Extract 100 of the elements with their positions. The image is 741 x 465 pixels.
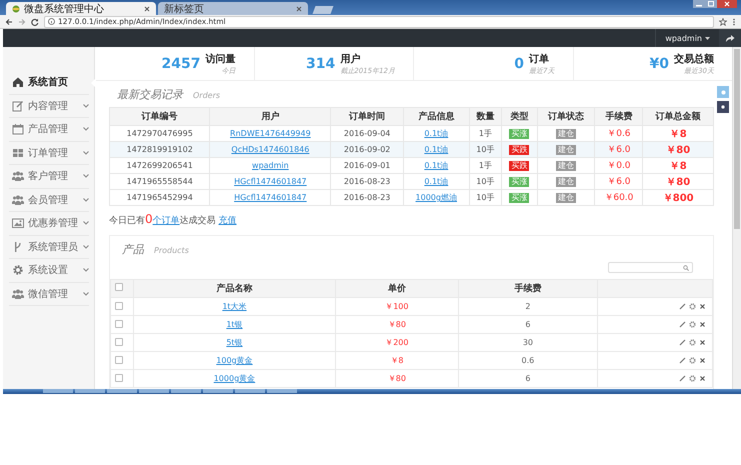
order-summary: 今日已有0个订单达成交易 充值	[109, 211, 238, 228]
type-tag: 买涨	[509, 192, 530, 202]
chevron-icon	[83, 292, 89, 296]
checkbox[interactable]	[115, 374, 123, 382]
table-cell: 1472819919102	[110, 142, 210, 158]
product-link[interactable]: 0.1t油	[424, 161, 448, 170]
stat-label: 交易总额	[674, 52, 714, 66]
sidebar-item[interactable]: 系统设置	[9, 259, 89, 282]
checkbox[interactable]	[115, 283, 123, 291]
user-link[interactable]: QcHDs1474601846	[231, 145, 310, 154]
table-cell: ￥200	[335, 334, 458, 352]
product-link[interactable]: 1000g黄金	[214, 374, 256, 383]
logout-button[interactable]	[719, 29, 741, 47]
toggle-button[interactable]	[717, 101, 729, 113]
delete-icon[interactable]	[699, 375, 706, 382]
checkbox[interactable]	[115, 320, 123, 328]
pencil-icon[interactable]	[679, 357, 686, 364]
product-link[interactable]: 0.1t油	[424, 129, 448, 138]
table-cell: ￥80	[642, 142, 714, 158]
user-link[interactable]: wpadmin	[252, 161, 289, 170]
user-link[interactable]: RnDWE1476449949	[230, 129, 311, 138]
product-link[interactable]: 100g黄金	[216, 356, 253, 365]
caret-icon	[705, 36, 710, 40]
stat-label: 订单	[529, 52, 550, 66]
sidebar-item[interactable]: 订单管理	[9, 142, 89, 165]
users-icon	[12, 288, 24, 300]
pencil-icon[interactable]	[679, 375, 686, 382]
delete-icon[interactable]	[699, 321, 706, 328]
status-tag: 建仓	[556, 160, 576, 170]
sidebar-item[interactable]: 系统管理员	[9, 236, 89, 259]
checkbox[interactable]	[115, 338, 123, 346]
chevron-icon	[83, 104, 89, 108]
search-field[interactable]	[608, 262, 693, 273]
back-icon[interactable]	[5, 18, 13, 26]
close-icon[interactable]	[296, 6, 302, 12]
product-link[interactable]: 1t大米	[222, 302, 247, 311]
sidebar-item[interactable]: 优惠券管理	[9, 212, 89, 236]
checkbox[interactable]	[115, 356, 123, 364]
chevron-icon	[83, 174, 89, 178]
minimize-icon[interactable]	[693, 0, 705, 8]
users-icon	[12, 194, 24, 206]
column-header: 订单总金额	[642, 108, 714, 126]
delete-icon[interactable]	[699, 339, 706, 346]
table-cell: 2	[458, 298, 598, 316]
column-header: 手续费	[594, 108, 643, 126]
sidebar-item[interactable]: 微信管理	[9, 282, 89, 306]
table-cell: ￥6.0	[594, 174, 643, 190]
close-icon[interactable]	[717, 0, 737, 8]
column-header: 订单编号	[110, 108, 210, 126]
product-link[interactable]: 0.1t油	[424, 145, 448, 154]
stat-value: ¥0	[650, 56, 669, 72]
reload-icon[interactable]	[31, 18, 39, 26]
status-tag: 建仓	[556, 192, 576, 202]
status-tag: 建仓	[556, 176, 576, 186]
product-link[interactable]: 0.1t油	[424, 177, 448, 186]
table-cell: ￥8	[335, 352, 458, 370]
browser-tab[interactable]: 微盘系统管理中心	[6, 2, 156, 15]
maximize-icon[interactable]	[705, 0, 717, 8]
sidebar-item[interactable]: 内容管理	[9, 94, 89, 118]
column-header: 数量	[469, 108, 502, 126]
user-link[interactable]: HGcfl1474601847	[234, 193, 307, 202]
image-icon	[12, 217, 24, 230]
pencil-icon[interactable]	[679, 321, 686, 328]
search-icon	[683, 264, 689, 270]
user-link[interactable]: HGcfl1474601847	[234, 177, 307, 186]
recharge-link[interactable]: 充值	[218, 216, 237, 226]
users-icon	[12, 170, 24, 182]
close-icon[interactable]	[144, 6, 150, 12]
calendar-icon	[12, 123, 24, 136]
product-link[interactable]: 1000g燃油	[416, 193, 457, 202]
status-tag: 建仓	[556, 144, 576, 154]
column-header: 产品名称	[134, 280, 336, 298]
browser-tab[interactable]: 新标签页	[158, 2, 308, 15]
sidebar-item[interactable]: 产品管理	[9, 118, 89, 142]
table-cell: ￥100	[335, 298, 458, 316]
new-tab-button[interactable]	[312, 6, 334, 14]
table-cell: 6	[458, 316, 598, 334]
table-cell: 10手	[469, 174, 502, 190]
sidebar-item[interactable]: 会员管理	[9, 188, 89, 212]
pencil-icon[interactable]	[679, 339, 686, 346]
pencil-icon[interactable]	[679, 303, 686, 310]
table-cell: ￥80	[642, 174, 714, 190]
delete-icon[interactable]	[699, 357, 706, 364]
stat-value: 2457	[162, 56, 200, 72]
product-link[interactable]: 1t银	[226, 320, 243, 329]
table-cell: 6	[458, 370, 598, 388]
scrollbar[interactable]	[732, 47, 741, 389]
column-header: 产品信息	[403, 108, 470, 126]
menu-icon[interactable]	[732, 18, 736, 26]
checkbox[interactable]	[115, 302, 123, 310]
dot-icon	[721, 105, 725, 109]
sidebar-item[interactable]: 客户管理	[9, 165, 89, 188]
table-cell: 2016-08-23	[330, 174, 404, 190]
star-icon[interactable]	[719, 18, 727, 26]
delete-icon[interactable]	[699, 303, 706, 310]
table-cell: 1472699206541	[110, 158, 210, 174]
orders-link[interactable]: 个订单	[152, 216, 180, 226]
type-tag: 买跌	[509, 144, 530, 154]
section-subtitle: Orders	[193, 91, 220, 100]
product-link[interactable]: 5t银	[226, 338, 243, 347]
